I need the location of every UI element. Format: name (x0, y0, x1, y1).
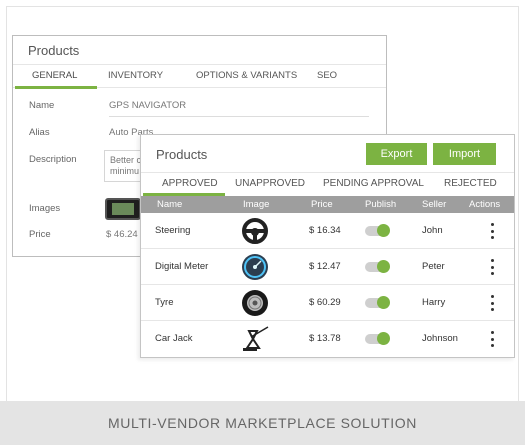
editor-title: Products (28, 43, 80, 58)
seller-name: Harry (422, 297, 446, 308)
footer-banner: MULTI-VENDOR MARKETPLACE SOLUTION (0, 401, 525, 445)
car-jack-icon (243, 326, 269, 351)
product-name: Steering (155, 225, 191, 236)
column-header-publish[interactable]: Publish (365, 199, 396, 210)
table-row[interactable]: Steering $ 16.34 John (141, 213, 514, 249)
publish-toggle[interactable] (365, 296, 390, 309)
more-actions-icon[interactable] (489, 331, 495, 347)
product-name: Tyre (155, 297, 174, 308)
product-name: Digital Meter (155, 261, 209, 272)
steering-wheel-icon (242, 218, 268, 244)
more-actions-icon[interactable] (489, 259, 495, 275)
table-row[interactable]: Digital Meter $ 12.47 Peter (141, 249, 514, 285)
tab-general[interactable]: GENERAL (32, 70, 77, 81)
name-label: Name (29, 100, 55, 111)
approval-tabs: APPROVED UNAPPROVED PENDING APPROVAL REJ… (141, 172, 514, 196)
tab-rejected[interactable]: REJECTED (444, 178, 497, 189)
column-header-name[interactable]: Name (157, 199, 182, 210)
more-actions-icon[interactable] (489, 223, 495, 239)
product-name: Car Jack (155, 333, 193, 344)
tab-inventory[interactable]: INVENTORY (108, 70, 163, 81)
column-header-price[interactable]: Price (311, 199, 333, 210)
publish-toggle[interactable] (365, 332, 390, 345)
description-label: Description (29, 154, 77, 165)
seller-name: John (422, 225, 443, 236)
import-button[interactable]: Import (433, 143, 496, 165)
speedometer-icon (242, 254, 268, 280)
seller-name: Johnson (422, 333, 458, 344)
gps-navigator-image[interactable] (105, 198, 141, 220)
editor-tabs: GENERAL INVENTORY OPTIONS & VARIANTS SEO (13, 64, 386, 89)
table-row[interactable]: Car Jack $ 13.78 Johnson (141, 321, 514, 357)
tab-options-variants[interactable]: OPTIONS & VARIANTS (196, 70, 297, 81)
name-field[interactable]: GPS NAVIGATOR (109, 100, 186, 111)
tab-seo[interactable]: SEO (317, 70, 337, 81)
footer-caption: MULTI-VENDOR MARKETPLACE SOLUTION (108, 415, 417, 431)
product-price: $ 16.34 (309, 225, 341, 236)
tyre-icon (242, 290, 268, 316)
products-title: Products (156, 147, 208, 162)
price-field[interactable]: $ 46.24 (106, 229, 138, 240)
seller-name: Peter (422, 261, 445, 272)
alias-label: Alias (29, 127, 50, 138)
product-list-panel: Products Export Import APPROVED UNAPPROV… (140, 134, 515, 358)
export-button[interactable]: Export (366, 143, 427, 165)
product-price: $ 13.78 (309, 333, 341, 344)
publish-toggle[interactable] (365, 260, 390, 273)
active-tab-indicator (15, 86, 97, 89)
product-price: $ 12.47 (309, 261, 341, 272)
column-header-image[interactable]: Image (243, 199, 269, 210)
tab-pending-approval[interactable]: PENDING APPROVAL (323, 178, 424, 189)
table-header: Name Image Price Publish Seller Actions (141, 196, 514, 213)
more-actions-icon[interactable] (489, 295, 495, 311)
product-price: $ 60.29 (309, 297, 341, 308)
table-row[interactable]: Tyre $ 60.29 Harry (141, 285, 514, 321)
publish-toggle[interactable] (365, 224, 390, 237)
tab-approved[interactable]: APPROVED (162, 178, 218, 189)
column-header-actions: Actions (469, 199, 501, 210)
images-label: Images (29, 203, 61, 214)
name-field-rule (109, 116, 369, 117)
price-label: Price (29, 229, 51, 240)
tab-unapproved[interactable]: UNAPPROVED (235, 178, 305, 189)
column-header-seller[interactable]: Seller (422, 199, 446, 210)
